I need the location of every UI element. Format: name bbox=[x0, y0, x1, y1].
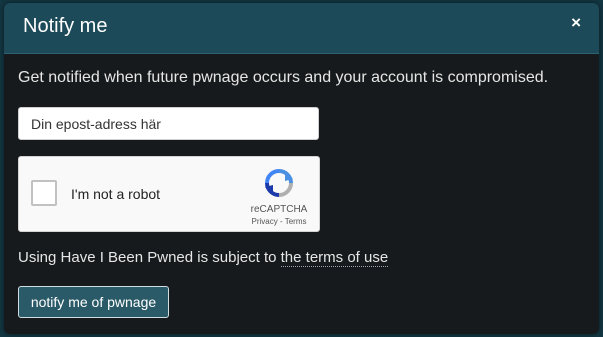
modal-title: Notify me bbox=[23, 15, 108, 37]
email-field[interactable] bbox=[18, 107, 319, 140]
notify-modal: Notify me × Get notified when future pwn… bbox=[4, 3, 599, 334]
notify-submit-button[interactable]: notify me of pwnage bbox=[18, 286, 169, 318]
close-icon[interactable]: × bbox=[571, 14, 581, 31]
recaptcha-widget: I'm not a robot reCAPTCHA Privacy - Term… bbox=[18, 156, 320, 232]
recaptcha-logo-icon bbox=[265, 169, 293, 197]
modal-header: Notify me × bbox=[4, 3, 599, 54]
terms-prefix: Using Have I Been Pwned is subject to bbox=[18, 249, 281, 266]
captcha-terms-link[interactable]: Terms bbox=[285, 217, 307, 226]
captcha-label: I'm not a robot bbox=[71, 186, 161, 202]
captcha-privacy-link[interactable]: Privacy bbox=[252, 217, 278, 226]
captcha-link-separator: - bbox=[277, 217, 285, 226]
terms-of-use-link[interactable]: the terms of use bbox=[280, 249, 389, 267]
captcha-checkbox[interactable] bbox=[31, 180, 57, 206]
captcha-links: Privacy - Terms bbox=[246, 217, 312, 226]
terms-notice: Using Have I Been Pwned is subject to th… bbox=[18, 249, 389, 267]
intro-text: Get notified when future pwnage occurs a… bbox=[18, 69, 549, 86]
captcha-brand: reCAPTCHA bbox=[250, 204, 308, 215]
